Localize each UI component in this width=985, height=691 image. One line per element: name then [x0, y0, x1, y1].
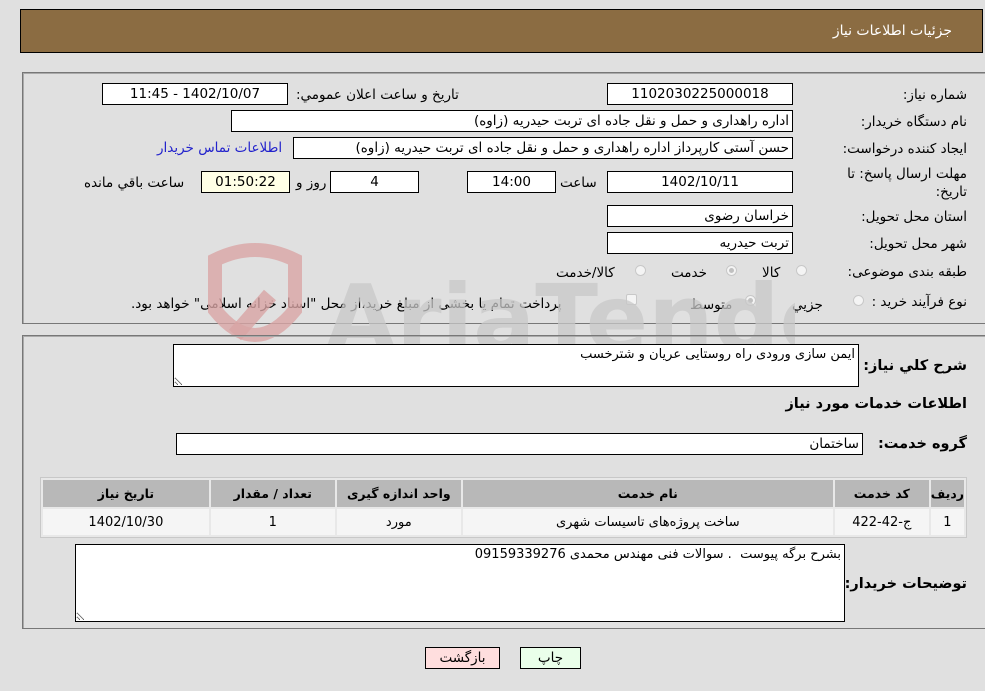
announce-datetime-field: 1402/10/07 - 11:45 [102, 83, 288, 105]
days-label: روز و [296, 175, 327, 191]
need-number-label: شماره نیاز: [902, 87, 967, 103]
buyer-org-field: اداره راهداری و حمل و نقل جاده ای تربت ح… [231, 110, 793, 132]
requester-field: حسن آستی کارپرداز اداره راهداری و حمل و … [293, 137, 793, 159]
deadline-label: مهلت ارسال پاسخ: تا تاریخ: [847, 166, 967, 200]
back-button[interactable]: بازگشت [425, 647, 500, 669]
treasury-checkbox[interactable] [626, 294, 637, 305]
category-radio-goods[interactable] [796, 265, 807, 276]
category-radio-goods-service[interactable] [635, 265, 646, 276]
cell-quantity: 1 [210, 509, 335, 535]
service-group-field: ساختمان [176, 433, 863, 455]
category-option-goods: کالا [762, 265, 781, 281]
remaining-time-label: ساعت باقي مانده [84, 175, 185, 191]
col-service-code: کد خدمت [834, 480, 929, 507]
purchase-radio-minor[interactable] [853, 295, 864, 306]
col-unit: واحد اندازه گیری [336, 480, 461, 507]
province-field: خراسان رضوی [607, 205, 793, 227]
services-table: ردیف کد خدمت نام خدمت واحد اندازه گیری ت… [40, 477, 967, 538]
print-button[interactable]: چاپ [520, 647, 581, 669]
description-label: شرح کلي نیاز: [863, 358, 967, 374]
buyer-contact-link[interactable]: اطلاعات تماس خریدار [157, 140, 282, 156]
cell-need-date: 1402/10/30 [43, 509, 209, 535]
purchase-type-label: نوع فرآیند خرید : [871, 294, 967, 310]
requester-label: ایجاد کننده درخواست: [842, 141, 967, 157]
purchase-radio-medium[interactable] [745, 295, 756, 306]
description-textarea[interactable]: ایمن سازی ورودی راه روستایی عریان و شترخ… [173, 344, 859, 387]
purchase-option-medium: متوسط [690, 297, 733, 313]
category-option-goods-service: کالا/خدمت [556, 265, 615, 281]
deadline-time-label: ساعت [560, 175, 597, 191]
cell-row-number: 1 [930, 509, 964, 535]
buyer-notes-textarea[interactable]: بشرح برگه پیوست . سوالات فنی مهندس محمدی… [75, 544, 845, 622]
deadline-time-field: 14:00 [467, 171, 556, 193]
city-label: شهر محل تحویل: [869, 236, 967, 252]
treasury-note: پرداخت تمام یا بخشی از مبلغ خرید،از محل … [131, 296, 562, 312]
col-need-date: تاریخ نیاز [43, 480, 209, 507]
col-service-name: نام خدمت [462, 480, 833, 507]
deadline-date-field: 1402/10/11 [607, 171, 793, 193]
category-option-service: خدمت [671, 265, 707, 281]
page-header: جزئیات اطلاعات نیاز [20, 9, 983, 53]
buyer-org-label: نام دستگاه خریدار: [860, 114, 967, 130]
province-label: استان محل تحویل: [861, 209, 967, 225]
cell-service-name: ساخت پروژه‌های تاسیسات شهری [462, 509, 833, 535]
cell-service-code: ج-42-422 [834, 509, 929, 535]
announce-datetime-label: تاریخ و ساعت اعلان عمومي: [296, 87, 459, 103]
purchase-option-minor: جزيي [792, 297, 823, 313]
table-header-row: ردیف کد خدمت نام خدمت واحد اندازه گیری ت… [43, 480, 964, 507]
remaining-time-field: 01:50:22 [201, 171, 290, 193]
category-label: طبقه بندی موضوعی: [847, 264, 967, 280]
table-row: 1 ج-42-422 ساخت پروژه‌های تاسیسات شهری م… [43, 509, 964, 535]
remaining-days-field: 4 [330, 171, 419, 193]
col-row-number: ردیف [930, 480, 964, 507]
service-group-label: گروه خدمت: [877, 436, 967, 452]
buyer-notes-label: توضیحات خریدار: [844, 576, 967, 592]
page-title: جزئیات اطلاعات نیاز [832, 23, 952, 39]
need-number-field: 1102030225000018 [607, 83, 793, 105]
col-quantity: تعداد / مقدار [210, 480, 335, 507]
category-radio-service[interactable] [726, 265, 737, 276]
cell-unit: مورد [336, 509, 461, 535]
city-field: تربت حیدریه [607, 232, 793, 254]
services-heading: اطلاعات خدمات مورد نیاز [785, 396, 967, 412]
